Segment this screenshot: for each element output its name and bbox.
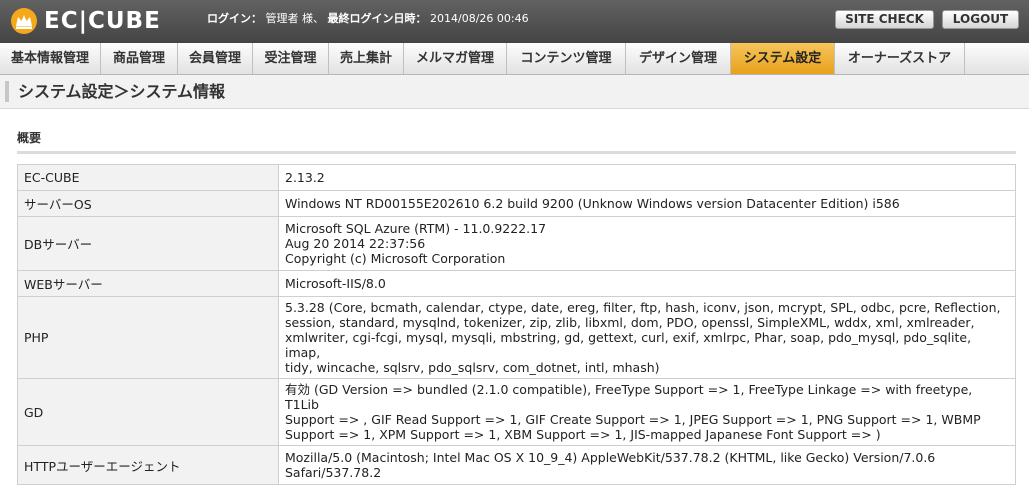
table-row: サーバーOS Windows NT RD00155E202610 6.2 bui…	[17, 190, 1016, 217]
logout-button[interactable]: LOGOUT	[942, 10, 1019, 29]
row-value: Microsoft-IIS/8.0	[278, 270, 1016, 297]
last-login-label: 最終ログイン日時：	[327, 12, 427, 25]
nav-item-orders[interactable]: 受注管理	[253, 43, 329, 74]
page-title-bar: システム設定＞システム情報	[0, 75, 1029, 109]
logo-text: EC|CUBE	[44, 8, 161, 34]
row-value: 有効 (GD Version => bundled (2.1.0 compati…	[278, 378, 1016, 446]
row-label: WEBサーバー	[17, 270, 279, 297]
row-value: 2.13.2	[278, 164, 1016, 191]
row-label: サーバーOS	[17, 190, 279, 217]
ec-cube-logo[interactable]: EC|CUBE	[10, 7, 161, 35]
nav-item-sales-report[interactable]: 売上集計	[329, 43, 404, 74]
table-row: DBサーバー Microsoft SQL Azure (RTM) - 11.0.…	[17, 216, 1016, 271]
table-row: EC-CUBE 2.13.2	[17, 164, 1016, 191]
nav-item-products[interactable]: 商品管理	[101, 43, 178, 74]
row-label: EC-CUBE	[17, 164, 279, 191]
row-value: Microsoft SQL Azure (RTM) - 11.0.9222.17…	[278, 216, 1016, 271]
row-value: Mozilla/5.0 (Macintosh; Intel Mac OS X 1…	[278, 445, 1016, 485]
row-label: DBサーバー	[17, 216, 279, 271]
nav-item-design[interactable]: デザイン管理	[626, 43, 731, 74]
logo-crown-icon	[11, 8, 37, 34]
table-row: HTTPユーザーエージェント Mozilla/5.0 (Macintosh; I…	[17, 445, 1016, 485]
table-row: GD 有効 (GD Version => bundled (2.1.0 comp…	[17, 378, 1016, 446]
nav-item-mail-magazine[interactable]: メルマガ管理	[404, 43, 507, 74]
nav-item-contents[interactable]: コンテンツ管理	[507, 43, 626, 74]
main-nav: 基本情報管理 商品管理 会員管理 受注管理 売上集計 メルマガ管理 コンテンツ管…	[0, 43, 1029, 75]
row-label: GD	[17, 378, 279, 446]
nav-item-customers[interactable]: 会員管理	[178, 43, 253, 74]
page-title: システム設定＞システム情報	[18, 82, 226, 101]
section-divider	[17, 151, 1016, 154]
top-header: EC|CUBE ログイン： 管理者 様、 最終ログイン日時： 2014/08/2…	[0, 0, 1029, 43]
row-value: Windows NT RD00155E202610 6.2 build 9200…	[278, 190, 1016, 217]
nav-item-basic-info[interactable]: 基本情報管理	[0, 43, 101, 74]
row-label: PHP	[17, 296, 279, 379]
row-value: 5.3.28 (Core, bcmath, calendar, ctype, d…	[278, 296, 1016, 379]
site-check-button[interactable]: SITE CHECK	[835, 10, 934, 29]
row-label: HTTPユーザーエージェント	[17, 445, 279, 485]
section-heading: 概要	[17, 131, 42, 145]
user-name: 管理者 様、	[265, 12, 325, 25]
last-login-value: 2014/08/26 00:46	[430, 12, 529, 25]
login-info: ログイン： 管理者 様、 最終ログイン日時： 2014/08/26 00:46	[207, 12, 529, 26]
title-marker	[5, 81, 9, 102]
nav-item-system-settings[interactable]: システム設定	[731, 43, 835, 74]
system-info-table: EC-CUBE 2.13.2 サーバーOS Windows NT RD00155…	[17, 164, 1016, 485]
table-row: PHP 5.3.28 (Core, bcmath, calendar, ctyp…	[17, 296, 1016, 379]
login-label: ログイン：	[207, 12, 262, 25]
nav-item-owners-store[interactable]: オーナーズストア	[835, 43, 965, 74]
table-row: WEBサーバー Microsoft-IIS/8.0	[17, 270, 1016, 297]
